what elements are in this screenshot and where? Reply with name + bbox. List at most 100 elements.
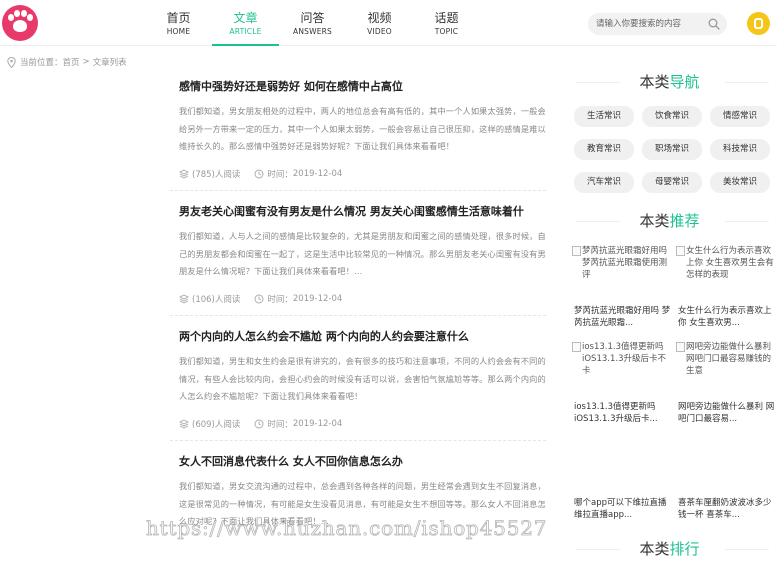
tag-item[interactable]: 科技常识 [710,139,770,160]
time-label: 时间： [267,170,293,180]
recommend-title: 哪个app可以下维拉直播 维拉直播app... [574,498,667,520]
nav-sublabel: HOME [166,27,191,36]
layers-icon [179,294,189,304]
clock-icon [254,169,264,179]
tag-item[interactable]: 美妆常识 [710,172,770,193]
nav-answers[interactable]: 问答 ANSWERS [279,0,346,46]
title-plain: 本类 [639,540,670,558]
recommend-item[interactable]: ios13.1.3值得更新吗 iOS13.1.3升级后卡不卡 ios13.1.3… [572,341,672,437]
title-highlight: 推荐 [669,212,700,230]
read-count-text: (785)人阅读 [192,170,241,180]
nav-sublabel: ANSWERS [292,27,333,36]
broken-image-icon [572,246,581,256]
recommend-item[interactable]: 梦芮抗蓝光眼霜好用吗 梦芮抗蓝光眼霜使用测评 梦芮抗蓝光眼霜好用吗 梦芮抗蓝光眼… [572,245,672,341]
search-input[interactable] [596,17,704,31]
nav-sublabel: TOPIC [434,27,459,36]
article-list: 感情中强势好还是弱势好 如何在感情中占高位 我们都知道，男女朋友相处的过程中，两… [170,66,546,563]
article-meta: (785)人阅读 时间： 2019-12-04 [179,168,546,180]
read-count: (609)人阅读 [179,418,240,430]
recommend-title: 网吧旁边能做什么暴利 网吧门口最容易... [678,402,775,424]
image-placeholder [676,437,776,485]
clock-icon [254,294,264,304]
layers-icon [179,169,189,179]
article-item: 女人不回消息代表什么 女人不回你信息怎么办 我们都知道，男女交流沟通的过程中，总… [170,441,546,563]
nav-label: 首页 [166,11,191,25]
recommend-item[interactable]: 哪个app可以下维拉直播 维拉直播app... [572,437,672,533]
article-title-link[interactable]: 两个内向的人怎么约会不尴尬 两个内向的人约会要注意什么 [179,329,546,344]
broken-image: ios13.1.3值得更新吗 iOS13.1.3升级后卡不卡 [572,341,672,389]
time-label: 时间： [267,420,293,430]
broken-image: 梦芮抗蓝光眼霜好用吗 梦芮抗蓝光眼霜使用测评 [572,245,672,293]
tag-item[interactable]: 职场常识 [642,139,702,160]
read-count-text: (106)人阅读 [192,295,241,305]
title-highlight: 导航 [669,73,700,91]
recommend-item[interactable]: 网吧旁边能做什么暴利 网吧门口最容易赚钱的生意 网吧旁边能做什么暴利 网吧门口最… [676,341,776,437]
article-summary: 我们都知道，人与人之间的感情是比较复杂的，尤其是男朋友和闺蜜之间的感情处理，很多… [179,231,546,276]
recommend-item[interactable]: 女生什么行为表示喜欢上你 女生喜欢男生会有怎样的表现 女生什么行为表示喜欢上你 … [676,245,776,341]
read-count-text: (609)人阅读 [192,420,241,430]
image-alt-text: 女生什么行为表示喜欢上你 女生喜欢男生会有怎样的表现 [686,246,774,280]
breadcrumb-current: 文章列表 [92,58,127,68]
article-summary: 我们都知道，男生和女生约会是很有讲究的，会有很多的技巧和注意事项，不同的人约会会… [179,356,546,401]
breadcrumb-separator: > [82,57,90,67]
nav-home[interactable]: 首页 HOME [145,0,212,46]
recommend-list: 梦芮抗蓝光眼霜好用吗 梦芮抗蓝光眼霜使用测评 梦芮抗蓝光眼霜好用吗 梦芮抗蓝光眼… [572,245,777,533]
tag-item[interactable]: 教育常识 [574,139,634,160]
image-alt-text: ios13.1.3值得更新吗 iOS13.1.3升级后卡不卡 [582,342,666,376]
nav-video[interactable]: 视频 VIDEO [346,0,413,46]
sidebar: 本类导航 生活常识 饮食常识 情感常识 教育常识 职场常识 科技常识 汽车常识 … [562,46,777,563]
recommend-item[interactable]: 喜茶车厘翻奶波波冰多少钱一杯 喜茶车... [676,437,776,533]
publish-time: 时间： 2019-12-04 [254,293,342,305]
nav-sublabel: ARTICLE [229,27,262,36]
title-highlight: 排行 [669,540,700,558]
nav-label: 文章 [233,11,258,25]
read-count: (785)人阅读 [179,168,240,180]
layers-icon [179,419,189,429]
article-meta: (106)人阅读 时间： 2019-12-04 [179,293,546,305]
breadcrumb-prefix: 当前位置： [20,58,63,68]
publish-time: 时间： 2019-12-04 [254,168,342,180]
article-title-link[interactable]: 女人不回消息代表什么 女人不回你信息怎么办 [179,454,546,469]
title-plain: 本类 [639,73,670,91]
logo-paw-icon[interactable] [2,5,38,41]
sidebar-nav-title: 本类导航 [562,70,777,94]
nav-label: 视频 [367,11,392,25]
article-item: 感情中强势好还是弱势好 如何在感情中占高位 我们都知道，男女朋友相处的过程中，两… [170,66,546,191]
broken-image: 网吧旁边能做什么暴利 网吧门口最容易赚钱的生意 [676,341,776,389]
tag-item[interactable]: 母婴常识 [642,172,702,193]
article-meta: (609)人阅读 时间： 2019-12-04 [179,418,546,430]
recommend-title: 梦芮抗蓝光眼霜好用吗 梦芮抗蓝光眼霜... [574,306,671,328]
search-icon[interactable] [708,18,720,30]
user-icon[interactable] [747,12,770,35]
time-label: 时间： [267,295,293,305]
tag-item[interactable]: 情感常识 [710,106,770,127]
article-summary: 我们都知道，男女交流沟通的过程中，总会遇到各种各样的问题，男生经常会遇到女生不回… [179,481,546,526]
location-pin-icon [7,56,16,68]
nav-topic[interactable]: 话题 TOPIC [413,0,480,46]
tag-item[interactable]: 饮食常识 [642,106,702,127]
image-alt-text: 网吧旁边能做什么暴利 网吧门口最容易赚钱的生意 [686,342,772,376]
nav-sublabel: VIDEO [367,27,392,36]
site-header: 首页 HOME 文章 ARTICLE 问答 ANSWERS 视频 VIDEO 话… [0,0,777,46]
nav-article[interactable]: 文章 ARTICLE [212,0,279,46]
article-title-link[interactable]: 男友老关心闺蜜有没有男友是什么情况 男友关心闺蜜感情生活意味着什 [179,204,546,219]
clock-icon [254,419,264,429]
article-item: 两个内向的人怎么约会不尴尬 两个内向的人约会要注意什么 我们都知道，男生和女生约… [170,316,546,441]
broken-image-icon [676,342,685,352]
tag-item[interactable]: 生活常识 [574,106,634,127]
tag-item[interactable]: 汽车常识 [574,172,634,193]
article-item: 男友老关心闺蜜有没有男友是什么情况 男友关心闺蜜感情生活意味着什 我们都知道，人… [170,191,546,316]
recommend-title: 喜茶车厘翻奶波波冰多少钱一杯 喜茶车... [678,498,772,520]
main-nav: 首页 HOME 文章 ARTICLE 问答 ANSWERS 视频 VIDEO 话… [145,0,480,46]
breadcrumb-home-link[interactable]: 首页 [63,56,80,68]
broken-image-icon [676,246,685,256]
nav-label: 话题 [434,11,459,25]
image-alt-text: 梦芮抗蓝光眼霜好用吗 梦芮抗蓝光眼霜使用测评 [582,246,668,280]
sidebar-recommend-title: 本类推荐 [562,209,777,233]
title-plain: 本类 [639,212,670,230]
article-summary: 我们都知道，男女朋友相处的过程中，两人的地位总会有高有低的，其中一个人如果太强势… [179,106,546,151]
date-text: 2019-12-04 [292,294,343,304]
category-tags: 生活常识 饮食常识 情感常识 教育常识 职场常识 科技常识 汽车常识 母婴常识 … [574,106,774,193]
article-title-link[interactable]: 感情中强势好还是弱势好 如何在感情中占高位 [179,79,546,94]
image-placeholder [572,437,672,485]
